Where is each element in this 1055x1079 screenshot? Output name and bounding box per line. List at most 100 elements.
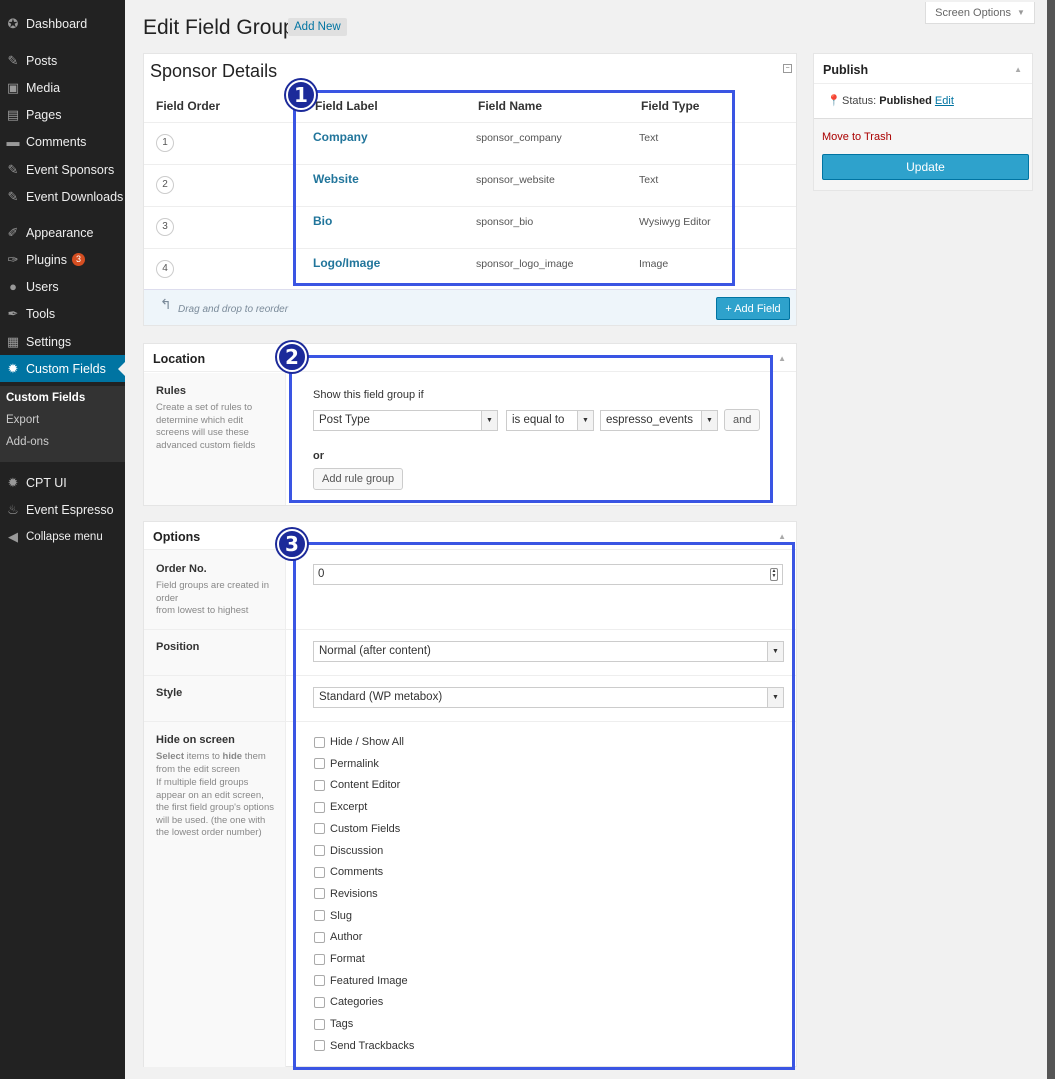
position-label: Position (156, 641, 200, 653)
pushpin-icon: ✎ (7, 188, 19, 204)
gear-icon: ✹ (7, 474, 19, 490)
sidebar-item-event-espresso[interactable]: ♨ Event Espresso (0, 496, 125, 523)
callout-number-3: 3 (277, 529, 307, 559)
sidebar-item-label: Plugins (26, 252, 67, 267)
sidebar-item-settings[interactable]: ▦ Settings (0, 328, 125, 355)
page-icon: ▤ (6, 106, 20, 122)
callout-number-1: 1 (286, 80, 316, 110)
status-label: Status: (842, 95, 880, 107)
collapse-icon: ◀ (8, 528, 18, 544)
field-order-number: 2 (156, 176, 174, 194)
position-side: Position (144, 630, 286, 675)
update-count-badge: 3 (72, 253, 86, 266)
sidebar-item-label: Dashboard (26, 16, 88, 31)
add-new-button[interactable]: Add New (288, 18, 347, 36)
sidebar-item-plugins[interactable]: ✑ Plugins 3 (0, 246, 125, 273)
submenu-custom-fields[interactable]: Custom Fields (6, 392, 85, 404)
rules-description: Create a set of rules to determine which… (156, 402, 256, 451)
sidebar-item-collapse-menu[interactable]: ◀ Collapse menu (0, 523, 125, 550)
edit-status-link[interactable]: Edit (935, 95, 954, 107)
sidebar-item-cpt-ui[interactable]: ✹ CPT UI (0, 469, 125, 496)
sidebar-item-posts[interactable]: ✎ Posts (0, 47, 125, 74)
options-title: Options (153, 530, 201, 544)
order-desc-1: Field groups are created in order (156, 580, 270, 604)
sidebar-item-label: Comments (26, 134, 87, 149)
style-side: Style (144, 676, 286, 721)
reorder-hint: Drag and drop to reorder (178, 304, 289, 315)
field-order-number: 1 (156, 134, 174, 152)
callout-box-2 (289, 355, 773, 503)
paintbrush-icon: ✐ (7, 224, 19, 240)
sidebar-item-dashboard[interactable]: ✪ Dashboard (0, 10, 125, 37)
media-icon: ▣ (6, 79, 20, 95)
submenu-add-ons[interactable]: Add-ons (6, 436, 49, 448)
sidebar-item-comments[interactable]: ▬ Comments (0, 128, 125, 155)
pushpin-icon: ✎ (7, 161, 19, 177)
plugin-icon: ✑ (7, 251, 19, 267)
rules-label: Rules (156, 385, 186, 397)
sidebar-item-label: Event Espresso (26, 502, 114, 517)
page-title: Edit Field Group (143, 16, 295, 39)
sidebar-item-tools[interactable]: ✒ Tools (0, 300, 125, 327)
custom-fields-submenu: Custom Fields Export Add-ons (0, 386, 125, 462)
pin-icon: 📍 (827, 95, 841, 107)
sidebar-item-users[interactable]: ● Users (0, 273, 125, 300)
field-order-number: 4 (156, 260, 174, 278)
sidebar-item-label: Users (26, 279, 59, 294)
callout-box-3 (293, 542, 795, 1070)
hide-desc-select: Select (156, 751, 184, 762)
collapse-icon[interactable]: − (783, 64, 792, 73)
hide-desc-hide: hide (222, 751, 243, 762)
field-order-number: 3 (156, 218, 174, 236)
sidebar-item-media[interactable]: ▣ Media (0, 74, 125, 101)
screen-options-label: Screen Options (935, 6, 1011, 19)
reorder-arrow-icon: ↰ (160, 296, 172, 312)
sidebar-item-label: Event Sponsors (26, 162, 115, 177)
sidebar-item-label: Posts (26, 53, 58, 68)
style-label: Style (156, 687, 183, 699)
sidebar-item-label: Settings (26, 334, 72, 349)
hide-description: Select items to hide them from the edit … (156, 751, 278, 776)
dashboard-icon: ✪ (7, 15, 19, 31)
gear-icon: ✹ (7, 360, 19, 376)
sidebar-item-event-downloads[interactable]: ✎ Event Downloads (0, 183, 125, 210)
submenu-export[interactable]: Export (6, 414, 39, 426)
sidebar-item-event-sponsors[interactable]: ✎ Event Sponsors (0, 156, 125, 183)
publish-box: Publish ▲ 📍 Status: Published Edit Move … (813, 53, 1033, 191)
sidebar-item-custom-fields[interactable]: ✹ Custom Fields (0, 355, 125, 382)
move-to-trash-link[interactable]: Move to Trash (822, 131, 892, 143)
settings-icon: ▦ (6, 333, 20, 349)
location-title: Location (153, 352, 206, 366)
hide-label: Hide on screen (156, 734, 235, 746)
toggle-arrow-icon[interactable]: ▲ (778, 354, 786, 363)
pushpin-icon: ✎ (7, 52, 19, 68)
sidebar-item-appearance[interactable]: ✐ Appearance (0, 219, 125, 246)
add-field-button[interactable]: + Add Field (716, 297, 790, 320)
sidebar-item-label: Custom Fields (26, 361, 106, 376)
main-content: Screen Options ▼ Edit Field Group Add Ne… (125, 0, 1055, 1079)
sidebar-item-label: Media (26, 80, 61, 95)
chevron-down-icon: ▼ (1016, 8, 1025, 17)
order-label: Order No. (156, 563, 207, 575)
screen-options-button[interactable]: Screen Options ▼ (925, 2, 1035, 24)
order-side: Order No. Field groups are created in or… (144, 550, 286, 629)
comment-icon: ▬ (6, 133, 20, 149)
coffee-icon: ♨ (7, 501, 19, 517)
wrench-icon: ✒ (7, 305, 19, 321)
user-icon: ● (9, 278, 17, 294)
toggle-arrow-icon[interactable]: ▲ (1014, 65, 1022, 74)
sidebar-item-label: Tools (26, 306, 56, 321)
sidebar-item-label: Pages (26, 107, 62, 122)
order-desc-2: from lowest to highest (156, 605, 249, 616)
hide-description-2: If multiple field groups appear on an ed… (156, 777, 274, 838)
callout-box-1 (293, 90, 735, 286)
publish-header[interactable]: Publish ▲ (814, 54, 1032, 84)
callout-number-2: 2 (277, 342, 307, 372)
update-button[interactable]: Update (822, 154, 1029, 180)
reorder-bar: ↰ Drag and drop to reorder + Add Field (144, 289, 796, 325)
col-field-order: Field Order (156, 99, 221, 113)
sidebar-item-pages[interactable]: ▤ Pages (0, 101, 125, 128)
publish-actions: Move to Trash Update (814, 118, 1032, 190)
toggle-arrow-icon[interactable]: ▲ (778, 532, 786, 541)
hide-side: Hide on screen Select items to hide them… (144, 722, 286, 1067)
